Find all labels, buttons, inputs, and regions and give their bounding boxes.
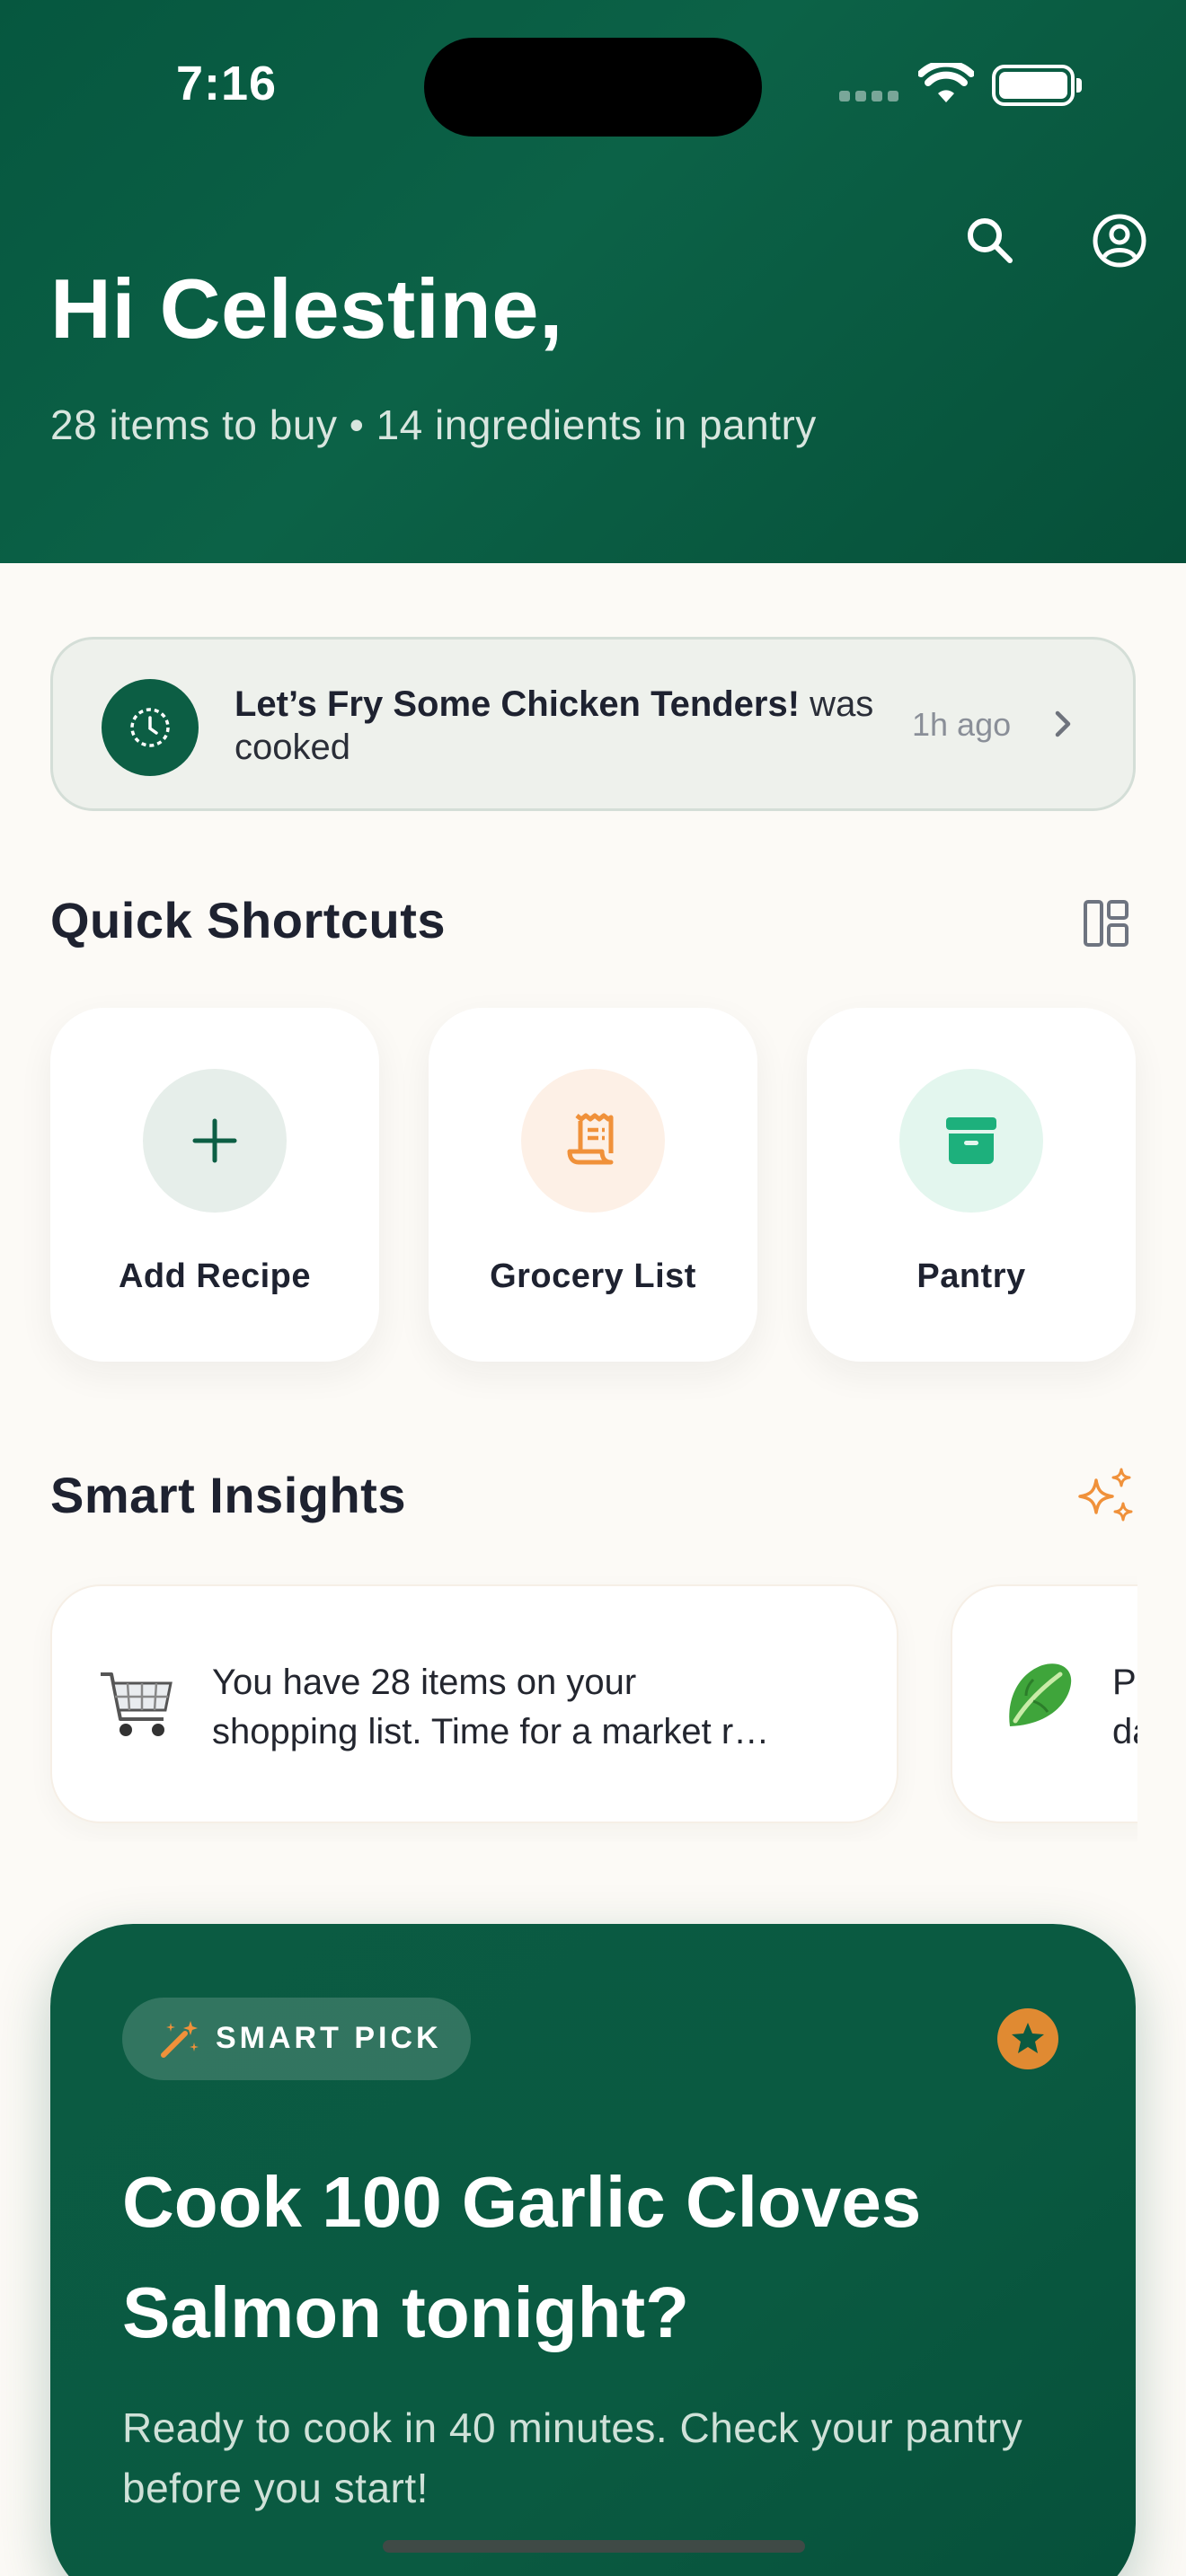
- shortcut-label: Add Recipe: [118, 1257, 312, 1295]
- insight-card[interactable]: You have 28 items on your shopping list.…: [50, 1584, 898, 1823]
- receipt-icon: [521, 1069, 665, 1213]
- insight-line: shopping list. Time for a market r…: [212, 1712, 770, 1751]
- smart-pick-badge: SMART PICK: [122, 1998, 471, 2080]
- leafy-green-icon: [997, 1656, 1078, 1742]
- badge-label: SMART PICK: [216, 2021, 442, 2055]
- status-time: 7:16: [176, 57, 278, 110]
- magic-wand-icon: [161, 2021, 199, 2058]
- search-icon[interactable]: [961, 212, 1019, 269]
- favorite-star-icon[interactable]: [997, 2008, 1058, 2069]
- shortcut-label: Pantry: [916, 1257, 1026, 1295]
- insight-text: You have 28 items on your shopping list.…: [212, 1658, 841, 1757]
- dynamic-island: [424, 38, 762, 137]
- insights-title: Smart Insights: [50, 1467, 406, 1523]
- layout-grid-icon[interactable]: [1082, 898, 1130, 948]
- shortcut-label: Grocery List: [490, 1257, 696, 1295]
- recipe-name: Let’s Fry Some Chicken Tenders!: [235, 684, 801, 724]
- smart-pick-description: Ready to cook in 40 minutes. Check your …: [122, 2404, 1023, 2511]
- shortcut-grocery-list[interactable]: Grocery List: [429, 1008, 757, 1362]
- smart-pick-card[interactable]: SMART PICK Cook 100 Garlic Cloves Salmon…: [50, 1924, 1136, 2576]
- insight-text: P da: [1112, 1658, 1137, 1757]
- greeting-title: Hi Celestine,: [50, 261, 563, 356]
- shortcuts-title: Quick Shortcuts: [50, 892, 447, 948]
- sparkles-icon: [1078, 1468, 1133, 1522]
- smart-pick-title: Cook 100 Garlic Cloves Salmon tonight?: [122, 2162, 922, 2352]
- insights-carousel[interactable]: You have 28 items on your shopping list.…: [0, 1572, 1137, 1841]
- insight-line: da: [1112, 1712, 1137, 1751]
- shortcut-add-recipe[interactable]: Add Recipe: [50, 1008, 379, 1362]
- header: 7:16 Hi Celestine, 28 items to buy • 14 …: [0, 0, 1186, 563]
- archive-box-icon: [899, 1069, 1043, 1213]
- profile-icon[interactable]: [1091, 212, 1148, 269]
- shortcut-pantry[interactable]: Pantry: [807, 1008, 1136, 1362]
- insight-card[interactable]: P da: [951, 1584, 1137, 1823]
- recent-activity-text: Let’s Fry Some Chicken Tenders! was cook…: [235, 683, 917, 769]
- cellular-signal-icon: [839, 90, 904, 106]
- recent-activity-card[interactable]: Let’s Fry Some Chicken Tenders! was cook…: [50, 637, 1136, 811]
- history-icon: [102, 679, 199, 776]
- plus-icon: [143, 1069, 287, 1213]
- insight-line: You have 28 items on your: [212, 1663, 637, 1702]
- home-indicator[interactable]: [383, 2540, 805, 2553]
- shopping-cart-icon: [99, 1665, 176, 1745]
- chevron-right-icon: [1055, 710, 1071, 737]
- wifi-icon: [918, 63, 974, 102]
- header-summary: 28 items to buy • 14 ingredients in pant…: [50, 401, 817, 448]
- activity-time: 1h ago: [912, 706, 1012, 743]
- battery-icon: [992, 65, 1082, 106]
- insight-line: P: [1112, 1663, 1137, 1702]
